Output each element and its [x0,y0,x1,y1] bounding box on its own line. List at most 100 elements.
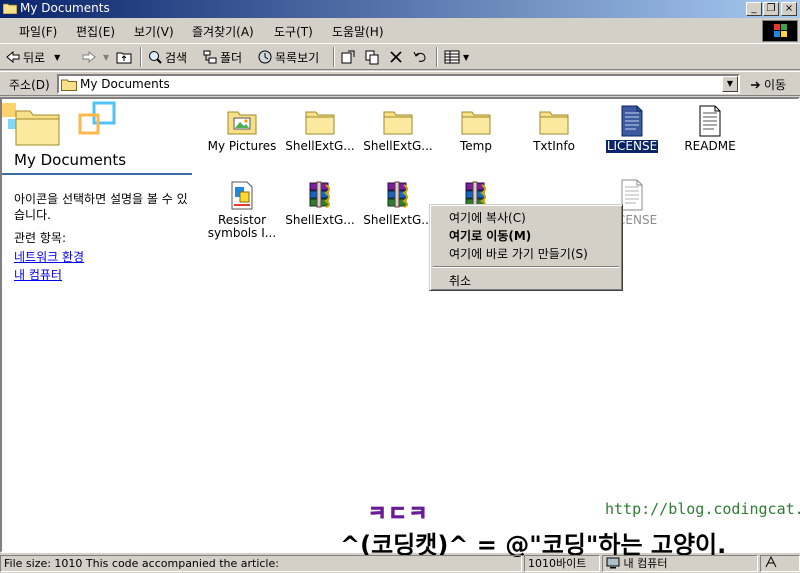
address-input[interactable]: My Documents ▼ [57,74,740,94]
close-button[interactable]: × [781,2,797,16]
status-location: 내 컴퓨터 [602,555,758,572]
folder-view[interactable]: My Documents 아이콘을 선택하면 설명을 볼 수 있습니다. 관련 … [0,97,800,553]
address-label: 주소(D) [9,78,50,92]
up-folder-icon [116,52,132,64]
chevron-down-icon: ▼ [103,52,110,62]
menu-separator [433,266,619,268]
file-label: README [684,139,736,153]
menu-copy-here[interactable]: 여기에 복사(C) [449,209,526,226]
link-network-places[interactable]: 네트워크 환경 [14,248,84,265]
folder-icon [3,3,17,14]
file-label: ShellExtG... [285,213,355,227]
address-bar: 주소(D) My Documents ▼ 이동 [0,71,800,96]
address-dropdown-button[interactable]: ▼ [722,76,738,92]
menu-create-shortcut-here[interactable]: 여기에 바로 가기 만들기(S) [449,245,588,262]
folders-label: 폴더 [220,50,243,65]
text-document-icon [699,105,721,137]
menu-bar: 파일(F) 편집(E) 보기(V) 즐겨찾기(A) 도구(T) 도움말(H) [0,20,800,42]
forward-button[interactable]: ▼ [82,48,109,66]
chevron-down-icon: ▼ [463,52,470,62]
file-item-rar-archive[interactable]: ShellExtG... [278,179,362,227]
file-label: LICENSE [604,139,660,154]
history-globe-icon [258,50,272,64]
status-bar: File size: 1010 This code accompanied th… [0,554,800,573]
link-my-computer[interactable]: 내 컴퓨터 [14,266,62,283]
search-label: 검색 [165,50,188,65]
file-label: Resistor symbols I... [207,213,277,240]
undo-button[interactable] [413,48,427,66]
file-label: ShellExtG... [363,213,433,227]
title-bar[interactable]: My Documents _ ❐ × [0,0,800,18]
folder-banner-icon [2,101,116,146]
address-value: My Documents [80,77,170,91]
file-item-temp[interactable]: Temp [434,105,518,153]
file-item-readme[interactable]: README [668,105,752,153]
delete-button[interactable] [389,48,403,66]
my-computer-icon [606,557,620,569]
move-to-icon [341,50,355,64]
go-label: 이동 [764,78,787,92]
chevron-down-icon: ▼ [54,52,61,62]
status-size: 1010바이트 [524,555,600,572]
folder-banner: My Documents [2,99,192,175]
minimize-button[interactable]: _ [746,2,762,16]
folder-icon [539,111,569,135]
back-arrow-icon [6,51,20,63]
folder-icon [305,111,335,135]
move-to-button[interactable] [340,48,356,66]
up-folder-button[interactable] [116,48,132,66]
folder-icon [461,111,491,135]
drag-drop-context-menu: 여기에 복사(C) 여기로 이동(M) 여기에 바로 가기 만들기(S) 취소 [429,204,623,291]
folders-tree-icon [203,50,217,64]
views-button[interactable]: ▼ [444,48,469,66]
windows-logo-icon [762,20,798,42]
restore-button[interactable]: ❐ [763,2,779,16]
menu-edit[interactable]: 편집(E) [76,23,115,40]
file-item-my-pictures[interactable]: My Pictures [200,105,284,153]
window-title: My Documents [20,1,110,15]
related-header: 관련 항목: [14,231,67,245]
go-button[interactable]: 이동 [750,76,786,93]
views-grid-icon [444,50,460,64]
menu-favorites[interactable]: 즐겨찾기(A) [192,23,254,40]
status-info: File size: 1010 This code accompanied th… [0,555,522,572]
menu-cancel[interactable]: 취소 [449,272,471,289]
pictures-folder-icon [227,111,257,135]
pane-folder-title: My Documents [14,151,127,169]
file-item-folder[interactable]: ShellExtG... [278,105,362,153]
standard-toolbar: 뒤로 ▼ ▼ 검색 폴더 목록보기 ▼ [0,43,800,70]
menu-tools[interactable]: 도구(T) [274,23,313,40]
history-button[interactable]: 목록보기 [258,48,319,66]
folder-icon [61,79,77,91]
resistor-file-icon [231,181,253,210]
copy-to-button[interactable] [364,48,380,66]
file-item-resistor-symbols[interactable]: Resistor symbols I... [200,179,284,240]
undo-icon [413,51,426,62]
file-item-license-selected[interactable]: LICENSE [590,105,674,154]
forward-arrow-icon [82,51,96,63]
folder-icon [383,111,413,135]
file-label: My Pictures [207,139,277,153]
copy-to-icon [365,50,379,65]
file-item-folder[interactable]: ShellExtG... [356,105,440,153]
back-label: 뒤로 [23,50,46,65]
menu-view[interactable]: 보기(V) [134,23,174,40]
text-document-icon [621,105,643,137]
file-label: ShellExtG... [285,139,355,153]
back-button[interactable]: 뒤로 ▼ [6,48,60,66]
file-item-txtinfo[interactable]: TxtInfo [512,105,596,153]
file-label: TxtInfo [533,139,575,153]
watermark-url: http://blog.codingcat.kr/ [605,500,800,518]
menu-move-here[interactable]: 여기로 이동(M) [449,227,531,244]
menu-help[interactable]: 도움말(H) [332,23,384,40]
history-label: 목록보기 [275,50,320,65]
status-location-label: 내 컴퓨터 [623,557,668,570]
file-label: Temp [460,139,492,153]
file-item-rar-archive[interactable]: ShellExtG... [356,179,440,227]
folders-button[interactable]: 폴더 [203,48,242,66]
menu-file[interactable]: 파일(F) [19,23,57,40]
search-button[interactable]: 검색 [148,48,187,66]
winrar-archive-icon [309,181,330,208]
winrar-archive-icon [387,181,408,208]
file-label: ShellExtG... [363,139,433,153]
